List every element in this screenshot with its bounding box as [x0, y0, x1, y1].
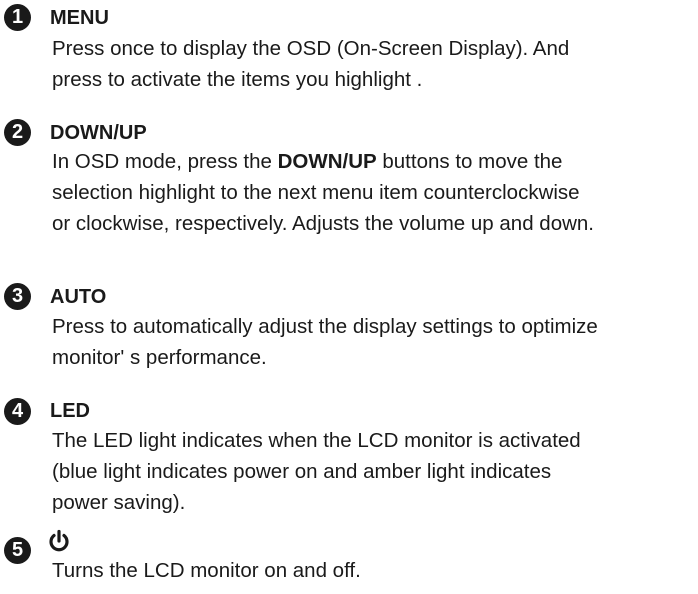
desc-line: press to activate the items you highligh… — [52, 68, 423, 91]
item-desc-auto: Press to automatically adjust the displa… — [52, 311, 697, 373]
desc-line: power saving). — [52, 491, 186, 514]
item-desc-power: Turns the LCD monitor on and off. — [52, 555, 697, 586]
power-icon — [49, 529, 69, 552]
desc-text: buttons to move the — [376, 150, 563, 173]
desc-bold-text: DOWN/UP — [277, 150, 377, 173]
desc-line: In OSD mode, press the DOWN/UP buttons t… — [52, 146, 697, 177]
item-desc-menu: Press once to display the OSD (On-Screen… — [52, 33, 697, 95]
desc-line: Turns the LCD monitor on and off. — [52, 559, 361, 582]
desc-line: Press once to display the OSD (On-Screen… — [52, 37, 570, 60]
item-title-auto: AUTO — [50, 286, 107, 308]
number-badge-3: 3 — [4, 283, 31, 310]
desc-line: (blue light indicates power on and amber… — [52, 460, 552, 483]
desc-line: Press to automatically adjust the displa… — [52, 315, 598, 338]
item-desc-down-up: In OSD mode, press the DOWN/UP buttons t… — [52, 146, 697, 239]
number-badge-1: 1 — [4, 4, 31, 31]
desc-line: monitor' s performance. — [52, 346, 267, 369]
desc-line: or clockwise, respectively. Adjusts the … — [52, 212, 594, 235]
number-badge-2: 2 — [4, 119, 31, 146]
desc-text: In OSD mode, press the — [52, 150, 278, 173]
number-badge-5: 5 — [4, 537, 31, 564]
item-title-down-up: DOWN/UP — [50, 122, 147, 144]
item-title-led: LED — [50, 400, 90, 422]
desc-line: The LED light indicates when the LCD mon… — [52, 429, 581, 452]
number-badge-4: 4 — [4, 398, 31, 425]
item-title-menu: MENU — [50, 7, 109, 29]
item-desc-led: The LED light indicates when the LCD mon… — [52, 425, 697, 518]
desc-line: selection highlight to the next menu ite… — [52, 181, 580, 204]
